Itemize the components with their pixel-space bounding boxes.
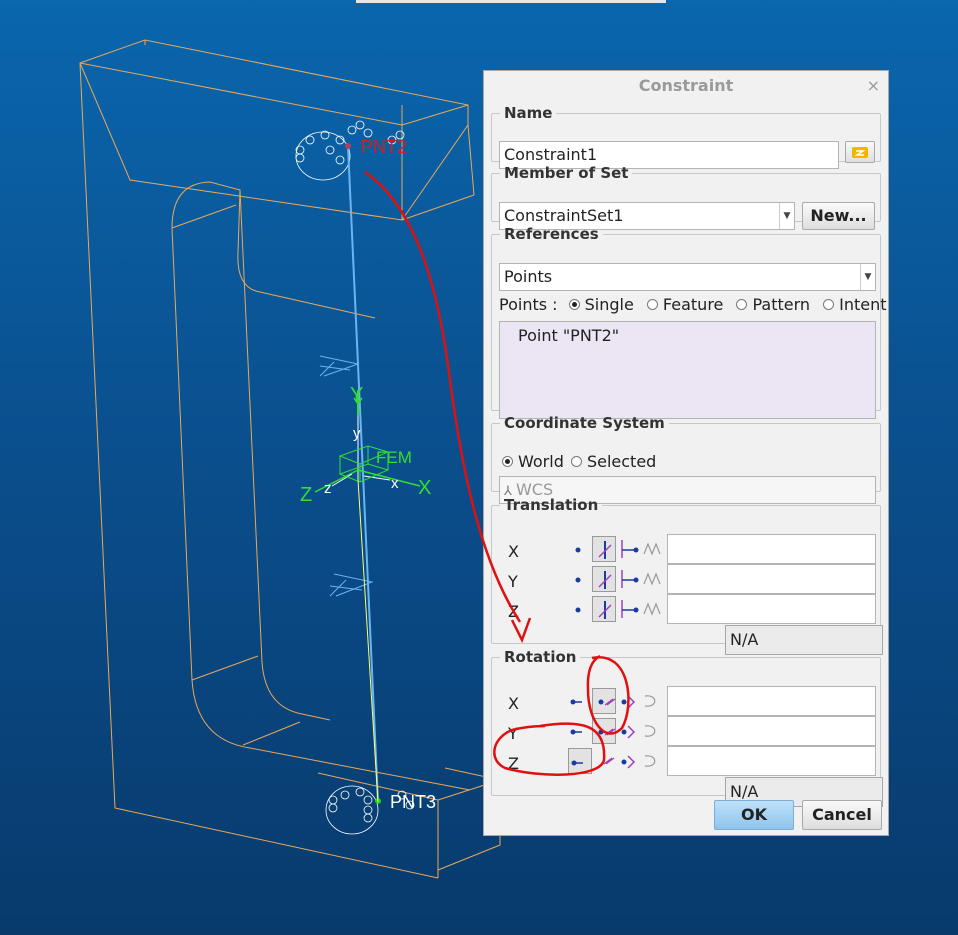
references-legend: References — [504, 225, 599, 243]
option-pattern[interactable]: Pattern — [736, 295, 810, 314]
prescribed-rotation-icon[interactable] — [616, 748, 640, 774]
constraint-dialog: Constraint × Name Constraint1 Member of … — [483, 70, 889, 836]
translation-x-label: X — [508, 542, 519, 561]
axis-x-label: X — [418, 477, 431, 499]
part-wireframe — [79, 39, 501, 879]
fixed-rotation-icon[interactable] — [592, 748, 616, 774]
coordinate-system-legend: Coordinate System — [504, 414, 665, 432]
axis-y-label: Y — [350, 384, 363, 406]
member-of-set-section: Member of Set ConstraintSet1 ▼ New... — [491, 164, 881, 230]
spring-icon[interactable] — [640, 536, 664, 562]
prescribed-rotation-icon[interactable] — [616, 688, 640, 714]
rotation-z-input[interactable] — [667, 746, 876, 776]
spring-rotation-icon[interactable] — [640, 688, 664, 714]
dialog-titlebar[interactable]: Constraint × — [484, 71, 888, 101]
option-intent[interactable]: Intent — [823, 295, 887, 314]
ok-button[interactable]: OK — [714, 800, 794, 830]
axis-x-small-label: x — [391, 475, 399, 492]
points-filter-row: Points : Single Feature Pattern Intent — [499, 295, 887, 314]
free-rotation-icon[interactable] — [568, 688, 592, 714]
chevron-down-icon[interactable]: ▼ — [860, 264, 875, 290]
free-rotation-icon[interactable] — [568, 748, 592, 774]
spring-rotation-icon[interactable] — [640, 718, 664, 744]
fixed-icon[interactable] — [592, 566, 616, 592]
rotation-z-label: Z — [508, 754, 519, 773]
translation-section: Translation X Y Z N/A — [491, 496, 883, 655]
rename-icon — [852, 147, 868, 158]
rotation-y-input[interactable] — [667, 716, 876, 746]
pnt3-label: PNT3 — [390, 792, 436, 812]
rotation-y-label: Y — [508, 724, 518, 743]
name-section: Name Constraint1 — [491, 104, 881, 169]
csys-name-label: FEM — [376, 448, 412, 467]
translation-z-input[interactable] — [667, 594, 876, 624]
pnt2-marker[interactable] — [345, 143, 351, 149]
fixed-icon[interactable] — [592, 596, 616, 622]
reference-type-select[interactable]: Points ▼ — [499, 263, 876, 291]
option-world[interactable]: World — [502, 452, 564, 471]
translation-legend: Translation — [504, 496, 599, 514]
axis-z-small-label: z — [324, 480, 332, 497]
translation-y-label: Y — [508, 572, 518, 591]
radio-intent[interactable] — [823, 299, 835, 310]
free-rotation-icon[interactable] — [568, 718, 592, 744]
radio-selected[interactable] — [570, 456, 582, 467]
spring-icon[interactable] — [640, 596, 664, 622]
member-of-set-legend: Member of Set — [504, 164, 629, 182]
fixed-rotation-icon[interactable] — [592, 688, 616, 714]
coordinate-system-options: World Selected — [502, 452, 656, 471]
free-icon[interactable] — [568, 596, 592, 622]
reference-type-value: Points — [504, 267, 553, 286]
translation-z-label: Z — [508, 602, 519, 621]
free-icon[interactable] — [568, 536, 592, 562]
dialog-title: Constraint — [638, 76, 734, 95]
fixed-rotation-icon[interactable] — [592, 718, 616, 744]
references-list[interactable]: Point "PNT2" — [499, 321, 876, 419]
references-section: References Points ▼ Points : Single Feat… — [491, 225, 887, 419]
axis-y-small-label: y — [353, 425, 361, 442]
rotation-legend: Rotation — [504, 648, 577, 666]
radio-pattern[interactable] — [736, 299, 748, 310]
translation-x-input[interactable] — [667, 534, 876, 564]
coordinate-system-section: Coordinate System World Selected ⅄ WCS — [491, 414, 881, 504]
prescribed-rotation-icon[interactable] — [616, 718, 640, 744]
name-edit-button[interactable] — [845, 141, 875, 163]
pnt2-label: PNT2 — [361, 137, 407, 157]
points-label: Points : — [499, 295, 558, 314]
prescribed-icon[interactable] — [616, 596, 640, 622]
fixed-icon[interactable] — [592, 536, 616, 562]
prescribed-icon[interactable] — [616, 566, 640, 592]
rotation-section: Rotation X Y Z N/A — [491, 648, 883, 807]
name-legend: Name — [504, 104, 553, 122]
option-single[interactable]: Single — [568, 295, 634, 314]
list-item[interactable]: Point "PNT2" — [500, 322, 875, 345]
axis-z-label: Z — [300, 484, 312, 506]
prescribed-icon[interactable] — [616, 536, 640, 562]
constraint-set-value: ConstraintSet1 — [504, 206, 624, 225]
close-icon[interactable]: × — [867, 71, 880, 101]
translation-y-input[interactable] — [667, 564, 876, 594]
cancel-button[interactable]: Cancel — [802, 800, 882, 830]
radio-world[interactable] — [502, 456, 513, 467]
rotation-x-label: X — [508, 694, 519, 713]
rotation-x-input[interactable] — [667, 686, 876, 716]
radio-feature[interactable] — [646, 299, 658, 310]
radio-single[interactable] — [568, 299, 580, 310]
spring-rotation-icon[interactable] — [640, 748, 664, 774]
spring-icon[interactable] — [640, 566, 664, 592]
option-selected[interactable]: Selected — [570, 452, 656, 471]
free-icon[interactable] — [568, 566, 592, 592]
option-feature[interactable]: Feature — [646, 295, 723, 314]
